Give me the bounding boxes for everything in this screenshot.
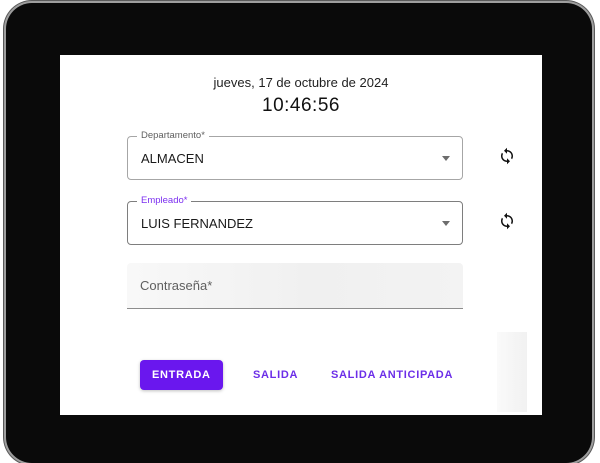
- current-date: jueves, 17 de octubre de 2024: [213, 75, 389, 90]
- decorative-shade: [497, 332, 527, 412]
- empleado-label: Empleado*: [137, 195, 192, 207]
- empleado-select[interactable]: Empleado* LUIS FERNANDEZ: [127, 195, 463, 245]
- dropdown-arrow-icon[interactable]: [442, 156, 450, 161]
- current-time: 10:46:56: [262, 95, 340, 116]
- refresh-departamento-button[interactable]: [494, 143, 520, 169]
- sync-icon: [501, 147, 513, 165]
- dropdown-arrow-icon[interactable]: [442, 221, 450, 226]
- departamento-value: ALMACEN: [141, 151, 204, 166]
- password-field: [127, 263, 463, 309]
- salida-button[interactable]: SALIDA: [241, 360, 310, 390]
- sync-icon: [501, 212, 513, 230]
- entrada-button[interactable]: ENTRADA: [140, 360, 223, 390]
- departamento-label: Departamento*: [137, 130, 209, 142]
- salida-anticipada-button[interactable]: SALIDA ANTICIPADA: [319, 360, 465, 390]
- password-input[interactable]: [127, 263, 463, 308]
- departamento-select[interactable]: Departamento* ALMACEN: [127, 130, 463, 180]
- empleado-value: LUIS FERNANDEZ: [141, 216, 253, 231]
- app-screen: jueves, 17 de octubre de 2024 10:46:56 D…: [60, 55, 542, 415]
- refresh-empleado-button[interactable]: [494, 208, 520, 234]
